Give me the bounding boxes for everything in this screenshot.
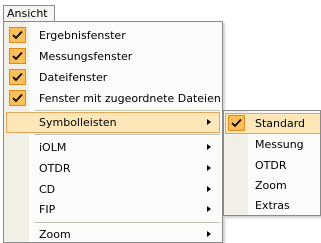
- menu-item-label: Symbolleisten: [39, 116, 117, 129]
- chevron-right-icon: [207, 206, 211, 212]
- menu-item-otdr[interactable]: OTDR: [6, 158, 220, 179]
- menu-item-label: Fenster mit zugeordnete Dateien: [39, 92, 221, 105]
- menu-item-label: OTDR: [39, 162, 71, 175]
- chevron-right-icon: [207, 119, 211, 125]
- submenu-item-extras[interactable]: Extras: [225, 195, 320, 215]
- menu-item-zoom[interactable]: Zoom: [6, 224, 220, 243]
- chevron-right-icon: [207, 165, 211, 171]
- menu-item-fip[interactable]: FIP: [6, 199, 220, 220]
- submenu-item-standard[interactable]: Standard: [225, 113, 320, 134]
- submenu-item-label: Extras: [255, 199, 290, 212]
- check-icon: [228, 115, 245, 131]
- check-icon: [9, 27, 26, 43]
- menu-separator: [34, 222, 220, 223]
- submenu-item-label: OTDR: [255, 159, 287, 172]
- menu-item-label: Ergebnisfenster: [39, 29, 126, 42]
- chevron-right-icon: [207, 144, 211, 150]
- menu-item-cd[interactable]: CD: [6, 179, 220, 200]
- check-icon: [9, 90, 26, 106]
- menu-ansicht[interactable]: Ansicht: [3, 5, 55, 22]
- submenu-item-label: Messung: [255, 138, 304, 151]
- menu-item-label: CD: [39, 183, 56, 196]
- menu-item-dateifenster[interactable]: Dateifenster: [6, 67, 220, 88]
- submenu-item-messung[interactable]: Messung: [225, 134, 320, 155]
- submenu-item-otdr[interactable]: OTDR: [225, 155, 320, 176]
- chevron-right-icon: [207, 231, 211, 237]
- menu-ansicht-label: Ansicht: [7, 7, 48, 20]
- ansicht-dropdown-menu: Ergebnisfenster Messungsfenster Dateifen…: [3, 21, 223, 243]
- check-icon: [9, 69, 26, 85]
- check-icon: [9, 48, 26, 64]
- menu-item-label: FIP: [39, 203, 56, 216]
- menu-item-label: Dateifenster: [39, 71, 108, 84]
- symbolleisten-submenu: Standard Messung OTDR Zoom Extras: [223, 110, 321, 216]
- menu-separator: [34, 134, 220, 135]
- submenu-item-label: Zoom: [255, 179, 287, 192]
- submenu-item-label: Standard: [255, 117, 306, 130]
- screen: Ansicht Ergebnisfenster Messungsfenster …: [0, 0, 321, 243]
- menu-separator: [34, 110, 220, 111]
- menu-item-label: iOLM: [39, 141, 67, 154]
- menu-item-label: Messungsfenster: [39, 50, 133, 63]
- chevron-right-icon: [207, 186, 211, 192]
- menu-item-iolm[interactable]: iOLM: [6, 137, 220, 158]
- submenu-item-zoom[interactable]: Zoom: [225, 175, 320, 196]
- menu-item-symbolleisten[interactable]: Symbolleisten: [6, 112, 220, 133]
- menu-item-label: Zoom: [39, 228, 71, 241]
- menu-item-ergebnisfenster[interactable]: Ergebnisfenster: [6, 25, 220, 46]
- menu-item-messungsfenster[interactable]: Messungsfenster: [6, 46, 220, 67]
- menu-item-fenster-zugeordnete-dateien[interactable]: Fenster mit zugeordnete Dateien: [6, 88, 221, 109]
